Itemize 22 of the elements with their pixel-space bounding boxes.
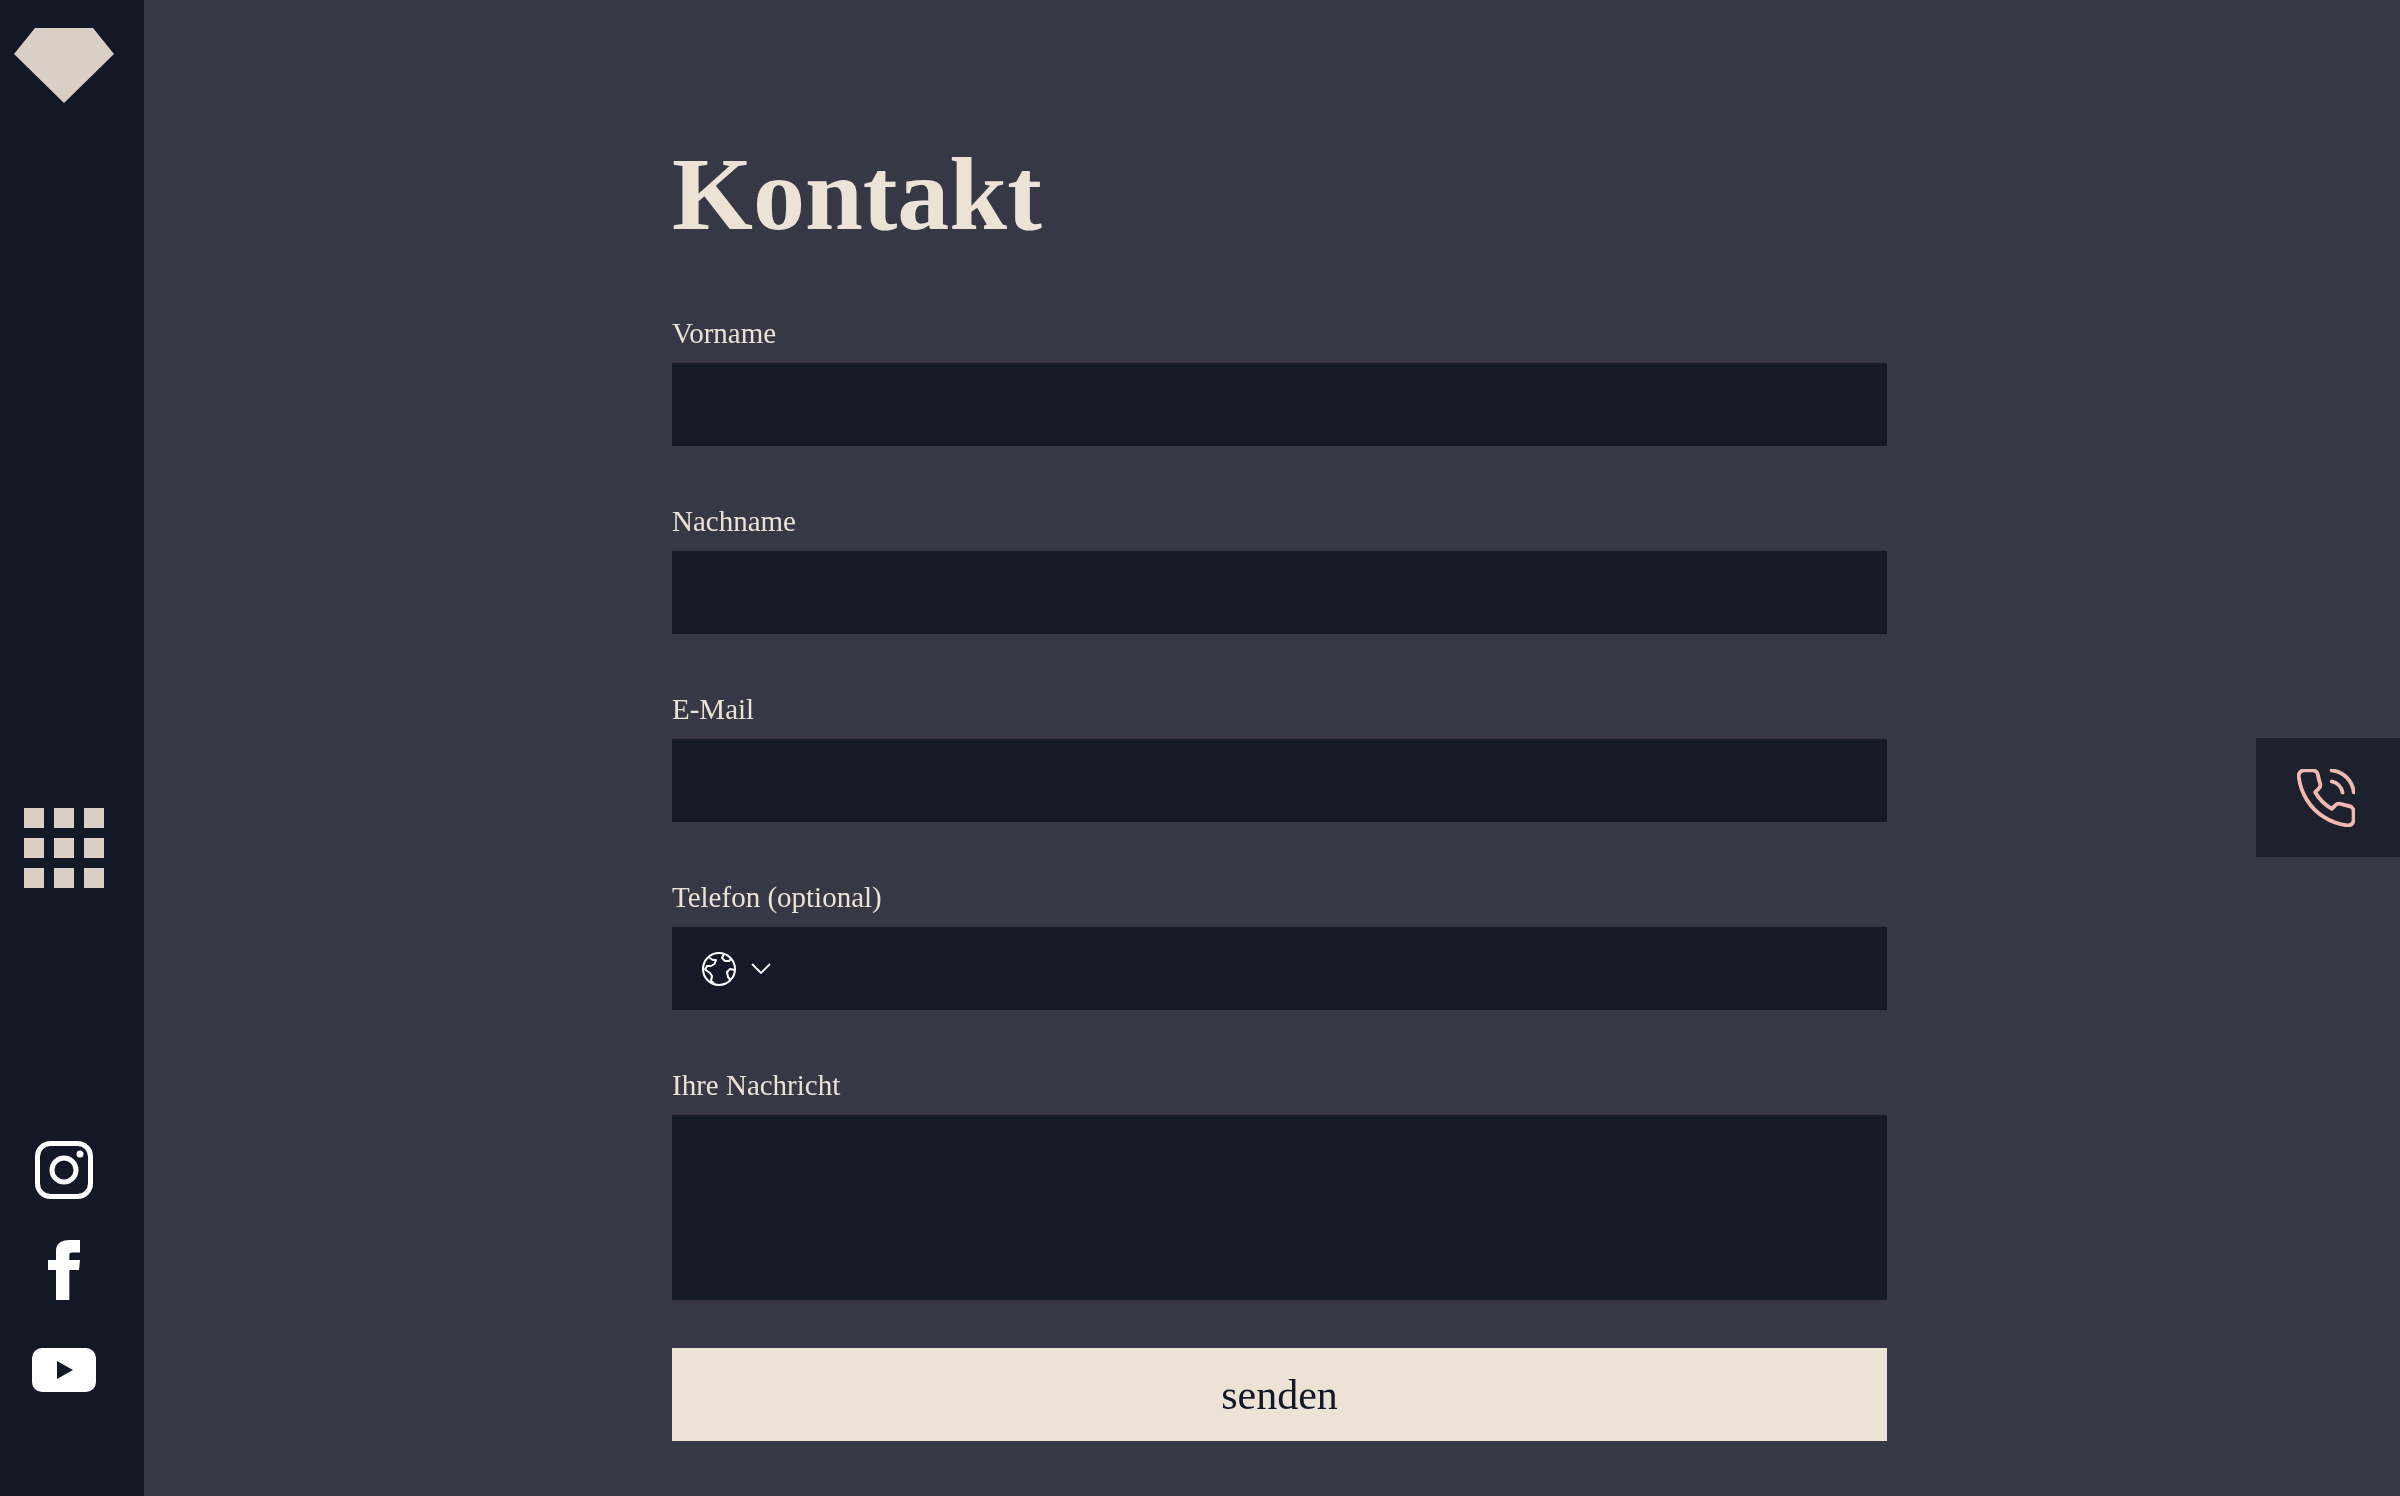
field-label: Telefon (optional)	[672, 880, 882, 915]
message-field[interactable]	[672, 1115, 1887, 1300]
globe-icon	[702, 951, 736, 986]
facebook-icon[interactable]	[48, 1240, 80, 1300]
submit-button[interactable]: senden	[672, 1348, 1887, 1441]
input-field[interactable]	[672, 551, 1887, 634]
input-field[interactable]	[672, 739, 1887, 822]
field-label: Ihre Nachricht	[672, 1068, 841, 1103]
call-button[interactable]	[2256, 738, 2400, 857]
page-title: Kontakt	[672, 142, 1042, 246]
country-select[interactable]	[702, 951, 771, 986]
phone-call-icon	[2297, 768, 2355, 827]
youtube-icon[interactable]	[32, 1348, 96, 1392]
field-label: Nachname	[672, 504, 796, 539]
grid-menu-icon[interactable]	[24, 808, 104, 888]
caret-icon	[751, 963, 771, 974]
field-label: E-Mail	[672, 692, 755, 727]
field-label: Vorname	[672, 316, 777, 351]
instagram-icon[interactable]	[35, 1141, 93, 1199]
phone-field[interactable]	[672, 927, 1887, 1010]
diamond-logo-icon[interactable]	[14, 28, 114, 103]
input-field[interactable]	[672, 363, 1887, 446]
